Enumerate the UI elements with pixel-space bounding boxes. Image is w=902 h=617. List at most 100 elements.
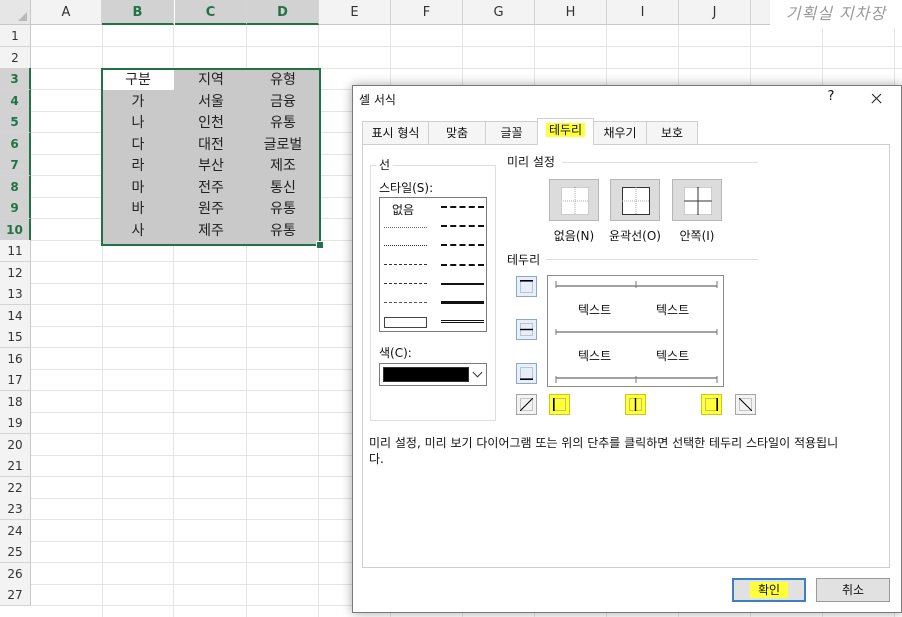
border-inside-vertical-button[interactable] — [625, 394, 646, 415]
line-style-double[interactable] — [441, 320, 484, 323]
chevron-down-icon[interactable] — [472, 367, 485, 382]
row-header-16[interactable]: 16 — [0, 347, 31, 370]
cancel-button[interactable]: 취소 — [816, 578, 890, 602]
row-header-8[interactable]: 8 — [0, 175, 31, 198]
line-style-medium-dashed[interactable] — [441, 264, 484, 266]
row-header-25[interactable]: 25 — [0, 541, 31, 563]
close-icon[interactable] — [865, 88, 887, 110]
table-header-cell[interactable]: 구분 — [102, 69, 174, 91]
table-cell[interactable]: 가 — [102, 91, 174, 113]
column-header-c[interactable]: C — [175, 0, 247, 25]
border-inside-horizontal-button[interactable] — [516, 319, 537, 340]
table-cell[interactable]: 나 — [102, 112, 174, 134]
table-cell[interactable]: 유통 — [247, 198, 319, 220]
row-header-19[interactable]: 19 — [0, 412, 31, 434]
table-cell[interactable]: 바 — [102, 198, 174, 220]
color-dropdown[interactable] — [379, 363, 487, 386]
table-cell[interactable]: 인천 — [175, 112, 247, 134]
line-style-thin-selected[interactable] — [384, 317, 427, 328]
line-style-dash-dot[interactable] — [384, 283, 427, 284]
select-all-corner[interactable] — [0, 0, 31, 25]
tab-fill[interactable]: 채우기 — [593, 121, 647, 144]
line-style-medium-dash-dot-dot[interactable] — [441, 206, 484, 208]
table-cell[interactable]: 다 — [102, 134, 174, 156]
line-style-dotted[interactable] — [384, 245, 427, 246]
line-style-dashed[interactable] — [384, 302, 427, 303]
table-cell[interactable]: 서울 — [175, 91, 247, 113]
row-header-21[interactable]: 21 — [0, 455, 31, 477]
row-header-26[interactable]: 26 — [0, 562, 31, 585]
column-header-a[interactable]: A — [31, 0, 102, 25]
column-header-h[interactable]: H — [535, 0, 607, 25]
table-cell[interactable]: 통신 — [247, 177, 319, 199]
table-cell[interactable]: 유통 — [247, 112, 319, 134]
table-cell[interactable]: 사 — [102, 220, 174, 242]
table-cell[interactable]: 원주 — [175, 198, 247, 220]
row-header-1[interactable]: 1 — [0, 25, 31, 47]
table-header-cell[interactable]: 지역 — [175, 69, 247, 91]
line-style-medium[interactable] — [441, 283, 484, 285]
border-diagonal-up-button[interactable] — [516, 394, 537, 415]
row-header-27[interactable]: 27 — [0, 584, 31, 606]
row-header-10[interactable]: 10 — [0, 218, 31, 241]
row-header-6[interactable]: 6 — [0, 132, 31, 155]
tab-number[interactable]: 표시 형식 — [362, 121, 429, 144]
row-header-12[interactable]: 12 — [0, 261, 31, 284]
ok-button[interactable]: 확인 — [732, 578, 806, 602]
row-header-13[interactable]: 13 — [0, 283, 31, 305]
line-style-medium-dash-dot[interactable] — [441, 244, 484, 246]
row-header-7[interactable]: 7 — [0, 154, 31, 176]
line-style-thick[interactable] — [441, 301, 484, 304]
column-header-e[interactable]: E — [319, 0, 391, 25]
row-header-3[interactable]: 3 — [0, 68, 31, 90]
row-header-4[interactable]: 4 — [0, 89, 31, 112]
table-cell[interactable]: 금융 — [247, 91, 319, 113]
row-header-5[interactable]: 5 — [0, 111, 31, 133]
row-header-9[interactable]: 9 — [0, 197, 31, 219]
tab-font[interactable]: 글꼴 — [485, 121, 538, 144]
preset-none-button[interactable] — [549, 179, 599, 221]
preset-inside-button[interactable] — [672, 179, 722, 221]
row-header-11[interactable]: 11 — [0, 240, 31, 262]
row-header-20[interactable]: 20 — [0, 433, 31, 456]
table-cell[interactable]: 제조 — [247, 155, 319, 177]
tab-alignment[interactable]: 맞춤 — [428, 121, 486, 144]
border-bottom-button[interactable] — [516, 363, 537, 384]
tab-border[interactable]: 테두리 — [537, 118, 594, 145]
line-style-list[interactable]: 없음 — [379, 197, 487, 332]
column-header-g[interactable]: G — [463, 0, 535, 25]
line-style-hair[interactable] — [384, 227, 427, 228]
column-header-j[interactable]: J — [679, 0, 751, 25]
table-cell[interactable]: 라 — [102, 155, 174, 177]
row-header-17[interactable]: 17 — [0, 369, 31, 391]
border-diagonal-down-button[interactable] — [735, 394, 756, 415]
table-cell[interactable]: 제주 — [175, 220, 247, 242]
table-cell[interactable]: 마 — [102, 177, 174, 199]
border-top-button[interactable] — [516, 276, 537, 297]
row-header-18[interactable]: 18 — [0, 390, 31, 413]
table-cell[interactable]: 유통 — [247, 220, 319, 242]
table-cell[interactable]: 부산 — [175, 155, 247, 177]
border-right-button[interactable] — [701, 394, 722, 415]
help-button[interactable]: ? — [823, 89, 839, 107]
border-left-button[interactable] — [549, 394, 570, 415]
column-header-i[interactable]: I — [607, 0, 679, 25]
table-cell[interactable]: 글로벌 — [247, 134, 319, 156]
table-cell[interactable]: 대전 — [175, 134, 247, 156]
column-header-f[interactable]: F — [391, 0, 463, 25]
preset-outline-button[interactable] — [610, 179, 660, 221]
column-header-b[interactable]: B — [102, 0, 174, 25]
tab-protection[interactable]: 보호 — [646, 121, 698, 144]
line-style-dash-dot-dot[interactable] — [384, 264, 427, 265]
row-header-24[interactable]: 24 — [0, 519, 31, 542]
table-cell[interactable]: 전주 — [175, 177, 247, 199]
line-style-slant-dash-dot[interactable] — [441, 225, 484, 227]
row-header-22[interactable]: 22 — [0, 476, 31, 499]
table-header-cell[interactable]: 유형 — [247, 69, 319, 91]
row-header-15[interactable]: 15 — [0, 326, 31, 348]
column-header-d[interactable]: D — [247, 0, 319, 25]
row-header-2[interactable]: 2 — [0, 46, 31, 69]
row-header-14[interactable]: 14 — [0, 304, 31, 327]
border-preview[interactable]: 텍스트 텍스트 텍스트 텍스트 — [547, 275, 724, 387]
row-header-23[interactable]: 23 — [0, 498, 31, 520]
